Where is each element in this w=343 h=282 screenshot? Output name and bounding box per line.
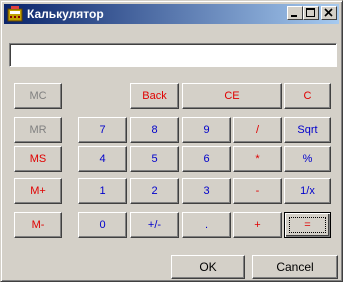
digit-7-button[interactable]: 7 [78,117,127,143]
digit-4-button[interactable]: 4 [78,146,127,172]
maximize-icon [306,8,315,17]
window-title: Калькулятор [27,7,104,21]
add-button[interactable]: + [233,212,282,238]
sqrt-button[interactable]: Sqrt [284,117,331,143]
divide-button[interactable]: / [233,117,282,143]
backspace-button[interactable]: Back [130,83,179,109]
digit-0-button[interactable]: 0 [78,212,127,238]
clear-entry-button[interactable]: CE [182,83,282,109]
multiply-button[interactable]: * [233,146,282,172]
digit-5-button[interactable]: 5 [130,146,179,172]
maximize-button[interactable] [303,6,319,20]
subtract-button[interactable]: - [233,178,282,204]
digit-1-button[interactable]: 1 [78,178,127,204]
close-icon [324,8,333,17]
focus-rectangle [289,217,326,233]
digit-6-button[interactable]: 6 [182,146,231,172]
memory-subtract-button[interactable]: M- [14,212,62,238]
sign-toggle-button[interactable]: +/- [130,212,179,238]
digit-8-button[interactable]: 8 [130,117,179,143]
digit-2-button[interactable]: 2 [130,178,179,204]
memory-add-button[interactable]: M+ [14,178,62,204]
digit-3-button[interactable]: 3 [182,178,231,204]
calculator-display[interactable] [9,43,337,67]
percent-button[interactable]: % [284,146,331,172]
title-bar[interactable]: Калькулятор [4,4,339,24]
decimal-point-button[interactable]: . [182,212,231,238]
minimize-button[interactable] [287,6,303,20]
cancel-button[interactable]: Cancel [252,255,338,279]
memory-store-button[interactable]: MS [14,146,62,172]
memory-recall-button[interactable]: MR [14,117,62,143]
memory-clear-button[interactable]: MC [14,83,62,109]
digit-9-button[interactable]: 9 [182,117,231,143]
equals-button[interactable]: = [284,212,331,238]
close-button[interactable] [321,6,337,20]
reciprocal-button[interactable]: 1/x [284,178,331,204]
minimize-icon [291,15,297,17]
clear-button[interactable]: C [284,83,331,109]
calculator-window: Калькулятор MC Back CE C MR 7 8 9 / Sqrt… [0,0,343,282]
calculator-app-icon [7,6,23,22]
ok-button[interactable]: OK [171,255,245,279]
